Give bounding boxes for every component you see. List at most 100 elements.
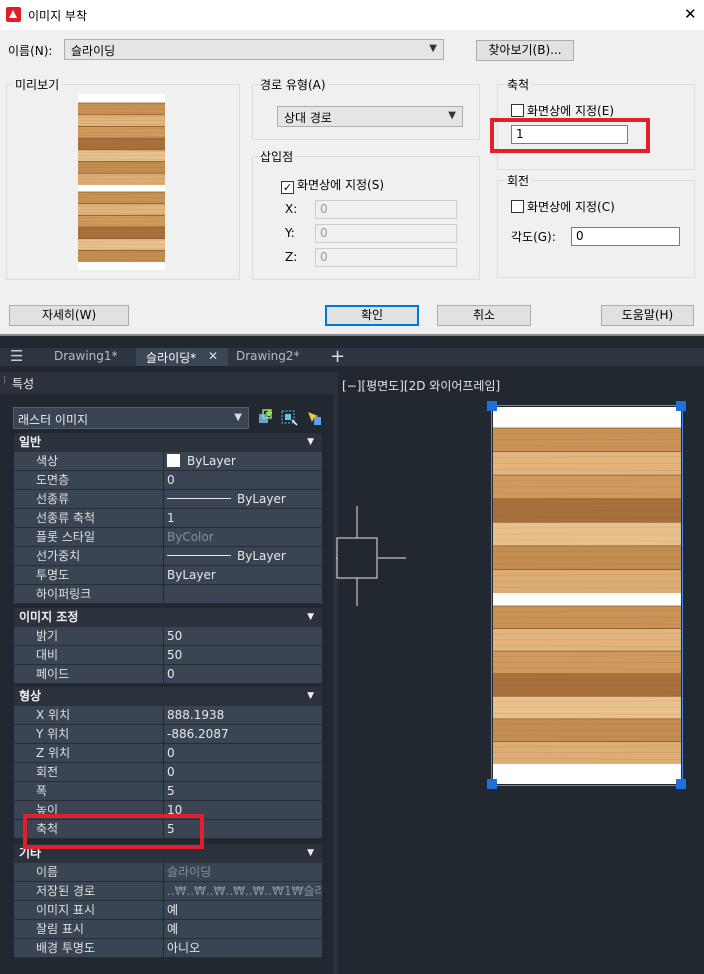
grip-icon[interactable]: ⁞ — [3, 375, 6, 386]
y-label: Y: — [285, 226, 295, 240]
grip-handle-bottom-right[interactable] — [676, 779, 686, 789]
property-value[interactable]: 예 — [164, 901, 322, 919]
property-row[interactable]: 도면층 0 — [14, 471, 322, 490]
property-row[interactable]: 선가중치 ByLayer — [14, 547, 322, 566]
property-row[interactable]: 페이드 0 — [14, 665, 322, 684]
y-input[interactable]: 0 — [315, 224, 457, 243]
property-row[interactable]: 이름 슬라이딩 — [14, 863, 322, 882]
property-value[interactable]: 50 — [164, 627, 322, 645]
property-row[interactable]: 색상 ByLayer — [14, 452, 322, 471]
new-tab-plus-icon[interactable]: + — [330, 346, 345, 367]
property-value[interactable]: ByLayer — [164, 547, 322, 565]
property-row[interactable]: 잘림 표시 예 — [14, 920, 322, 939]
path-type-combobox[interactable]: 상대 경로 ▼ — [277, 106, 463, 127]
property-value[interactable]: 예 — [164, 920, 322, 938]
cancel-button[interactable]: 취소 — [437, 305, 531, 326]
property-row[interactable]: 대비 50 — [14, 646, 322, 665]
property-section-header[interactable]: 형상 ▼ — [14, 687, 322, 706]
grip-handle-top-right[interactable] — [676, 401, 686, 411]
x-input[interactable]: 0 — [315, 200, 457, 219]
collapse-arrow-icon[interactable]: ▼ — [307, 687, 314, 706]
property-value[interactable]: 50 — [164, 646, 322, 664]
object-type-dropdown[interactable]: 래스터 이미지 ▼ — [13, 407, 249, 429]
property-value[interactable]: ..₩..₩..₩..₩..₩..₩1₩슬라이... — [164, 882, 322, 900]
property-value[interactable]: 5 — [164, 782, 322, 800]
property-value[interactable]: 슬라이딩 — [164, 863, 322, 881]
property-row[interactable]: 플롯 스타일 ByColor — [14, 528, 322, 547]
grip-handle-bottom-left[interactable] — [487, 779, 497, 789]
property-row[interactable]: 저장된 경로 ..₩..₩..₩..₩..₩..₩1₩슬라이... — [14, 882, 322, 901]
rotation-onscreen-checkbox[interactable]: 화면상에 지정(C) — [511, 198, 615, 215]
collapse-arrow-icon[interactable]: ▼ — [307, 608, 314, 627]
property-value[interactable]: 0 — [164, 471, 322, 489]
property-section-title: 이미지 조정 — [19, 610, 79, 624]
property-name: 회전 — [14, 763, 163, 781]
browse-button[interactable]: 찾아보기(B)... — [476, 40, 574, 61]
property-value[interactable]: 0 — [164, 744, 322, 762]
panel-splitter[interactable] — [333, 372, 338, 974]
property-value[interactable]: 아니오 — [164, 939, 322, 957]
property-value[interactable]: ByLayer — [164, 490, 322, 508]
property-row[interactable]: 폭5 — [14, 782, 322, 801]
tab-sliding-active[interactable]: 슬라이딩* ✕ — [136, 348, 228, 366]
viewport-controls-label[interactable]: [−][평면도][2D 와이어프레임] — [342, 377, 500, 394]
scale-onscreen-checkbox[interactable]: 화면상에 지정(E) — [511, 102, 614, 119]
z-input[interactable]: 0 — [315, 248, 457, 267]
ok-button[interactable]: 확인 — [325, 305, 419, 326]
x-label: X: — [285, 202, 298, 216]
file-tab-bar: ☰ Drawing1* 슬라이딩* ✕ Drawing2* + — [0, 346, 704, 367]
property-value[interactable]: 0 — [164, 763, 322, 781]
dialog-titlebar: 이미지 부착 ✕ — [0, 0, 704, 30]
quick-select-icon[interactable] — [308, 412, 321, 425]
property-section-header[interactable]: 일반 ▼ — [14, 433, 322, 452]
property-name: 선종류 — [14, 490, 163, 508]
property-name: 잘림 표시 — [14, 920, 163, 938]
angle-input[interactable]: 0 — [571, 227, 680, 246]
details-button[interactable]: 자세히(W) — [9, 305, 129, 326]
property-row[interactable]: 배경 투명도 아니오 — [14, 939, 322, 958]
property-value[interactable]: ByLayer — [164, 452, 322, 470]
property-value[interactable]: ByLayer — [164, 566, 322, 584]
rotation-legend: 회전 — [505, 172, 532, 189]
tab-drawing1[interactable]: Drawing1* — [54, 349, 118, 363]
property-row[interactable]: Z 위치 0 — [14, 744, 322, 763]
property-value-text: 아니오 — [167, 941, 201, 955]
property-name: 페이드 — [14, 665, 163, 683]
close-icon[interactable]: ✕ — [684, 5, 697, 23]
property-name: 선가중치 — [14, 547, 163, 565]
property-row[interactable]: 밝기 50 — [14, 627, 322, 646]
tab-drawing2[interactable]: Drawing2* — [236, 349, 300, 363]
property-row[interactable]: 하이퍼링크 — [14, 585, 322, 604]
property-value[interactable]: 1 — [164, 509, 322, 527]
property-name: 도면층 — [14, 471, 163, 489]
property-row[interactable]: 이미지 표시 예 — [14, 901, 322, 920]
collapse-arrow-icon[interactable]: ▼ — [307, 433, 314, 452]
property-value[interactable]: 888.1938 — [164, 706, 322, 724]
property-value[interactable]: ByColor — [164, 528, 322, 546]
property-value[interactable]: 0 — [164, 665, 322, 683]
property-value[interactable] — [164, 585, 322, 603]
property-value-text: 50 — [167, 648, 183, 662]
collapse-arrow-icon[interactable]: ▼ — [307, 844, 314, 863]
property-value[interactable]: -886.2087 — [164, 725, 322, 743]
help-button[interactable]: 도움말(H) — [601, 305, 694, 326]
property-row[interactable]: 선종류 축척 1 — [14, 509, 322, 528]
property-name: 선종류 축척 — [14, 509, 163, 527]
property-row[interactable]: X 위치 888.1938 — [14, 706, 322, 725]
property-value-text: 5 — [167, 784, 175, 798]
name-label: 이름(N): — [8, 44, 53, 58]
grip-handle-top-left[interactable] — [487, 401, 497, 411]
property-value-text: ByLayer — [167, 568, 216, 582]
property-row[interactable]: 투명도 ByLayer — [14, 566, 322, 585]
property-row[interactable]: Y 위치 -886.2087 — [14, 725, 322, 744]
close-icon[interactable]: ✕ — [208, 349, 218, 363]
property-row[interactable]: 회전 0 — [14, 763, 322, 782]
name-combobox[interactable]: 슬라이딩 ▼ — [64, 39, 444, 60]
property-row[interactable]: 선종류 ByLayer — [14, 490, 322, 509]
toggle-pickadd-icon[interactable] — [259, 409, 272, 423]
property-section-header[interactable]: 이미지 조정 ▼ — [14, 608, 322, 627]
property-value-text: 0 — [167, 473, 175, 487]
menu-icon[interactable]: ☰ — [10, 348, 23, 364]
select-objects-icon[interactable] — [281, 410, 298, 426]
insertion-onscreen-checkbox[interactable]: ✓ 화면상에 지정(S) — [281, 176, 384, 194]
